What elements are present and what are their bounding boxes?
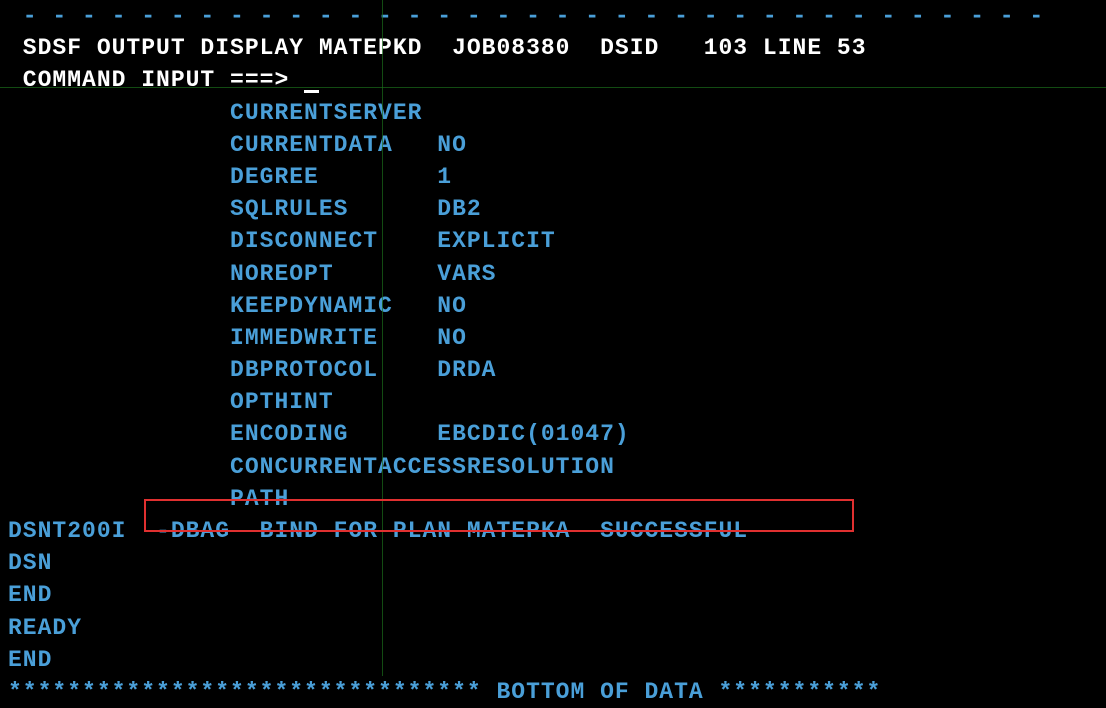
output-line: READY [0,612,1106,644]
command-input-line[interactable]: COMMAND INPUT ===> [0,64,1106,96]
output-line: END [0,579,1106,611]
horizontal-rule [0,87,1106,88]
output-line: NOREOPT VARS [0,258,1106,290]
output-line: KEEPDYNAMIC NO [0,290,1106,322]
cursor-icon [304,90,319,93]
output-line: DBPROTOCOL DRDA [0,354,1106,386]
output-line: DEGREE 1 [0,161,1106,193]
output-line: IMMEDWRITE NO [0,322,1106,354]
output-line: PATH [0,483,1106,515]
bottom-of-data: ******************************** BOTTOM … [0,676,1106,708]
output-line: END [0,644,1106,676]
output-line: CONCURRENTACCESSRESOLUTION [0,451,1106,483]
sdsf-header: SDSF OUTPUT DISPLAY MATEPKD JOB08380 DSI… [0,32,1106,64]
output-line: SQLRULES DB2 [0,193,1106,225]
output-line: CURRENTSERVER [0,97,1106,129]
output-line: ENCODING EBCDIC(01047) [0,418,1106,450]
top-dash-separator: - - - - - - - - - - - - - - - - - - - - … [0,0,1106,32]
command-input-label: COMMAND INPUT ===> [8,67,304,93]
output-line: OPTHINT [0,386,1106,418]
vertical-rule [382,0,383,676]
output-body: CURRENTSERVER CURRENTDATA NO DEGREE 1 SQ… [0,97,1106,676]
command-input[interactable] [319,67,719,93]
output-line: DISCONNECT EXPLICIT [0,225,1106,257]
output-line: DSNT200I -DBAG BIND FOR PLAN MATEPKA SUC… [0,515,1106,547]
output-line: CURRENTDATA NO [0,129,1106,161]
output-line: DSN [0,547,1106,579]
